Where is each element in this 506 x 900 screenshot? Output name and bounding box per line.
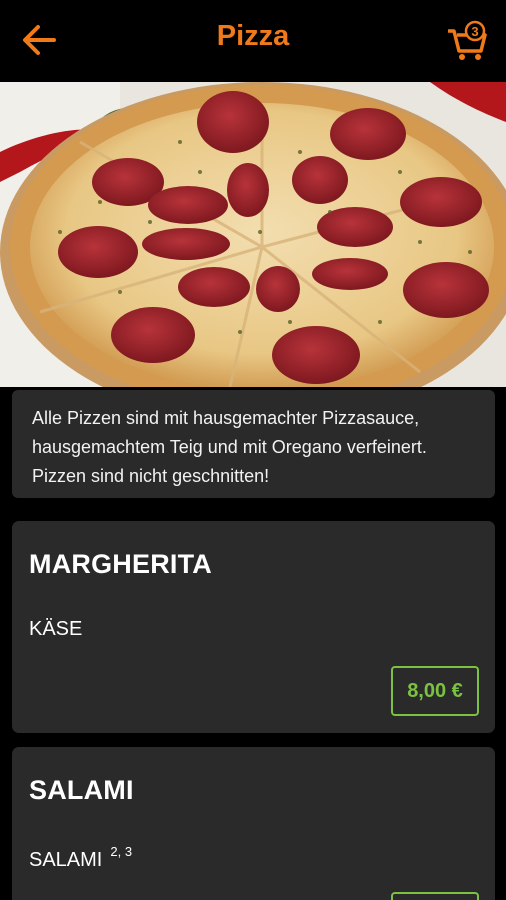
app-header: Pizza 3 <box>0 0 506 82</box>
pizza-hero-image <box>0 82 506 387</box>
allergen-codes: 2, 3 <box>110 844 133 859</box>
cart-button[interactable]: 3 <box>446 18 490 62</box>
price-button[interactable]: 8,00 € <box>391 666 479 716</box>
item-description-text: SALAMI <box>29 849 103 871</box>
page-title: Pizza <box>216 20 290 52</box>
item-name: SALAMI <box>29 775 134 805</box>
cart-count-badge: 3 <box>471 24 478 39</box>
cart-icon: 3 <box>448 20 487 60</box>
price-button[interactable] <box>391 892 479 900</box>
info-box: Alle Pizzen sind mit hausgemachter Pizza… <box>12 390 495 498</box>
item-name: MARGHERITA <box>29 549 212 579</box>
item-description-text: KÄSE <box>29 618 83 640</box>
menu-item-card[interactable]: MARGHERITA KÄSE 8,00 € <box>12 521 495 733</box>
item-description: KÄSE <box>29 618 82 641</box>
info-text: Alle Pizzen sind mit hausgemachter Pizza… <box>32 408 427 486</box>
menu-item-card[interactable]: SALAMI SALAMI 2, 3 <box>12 747 495 900</box>
item-description: SALAMI 2, 3 <box>29 844 132 872</box>
